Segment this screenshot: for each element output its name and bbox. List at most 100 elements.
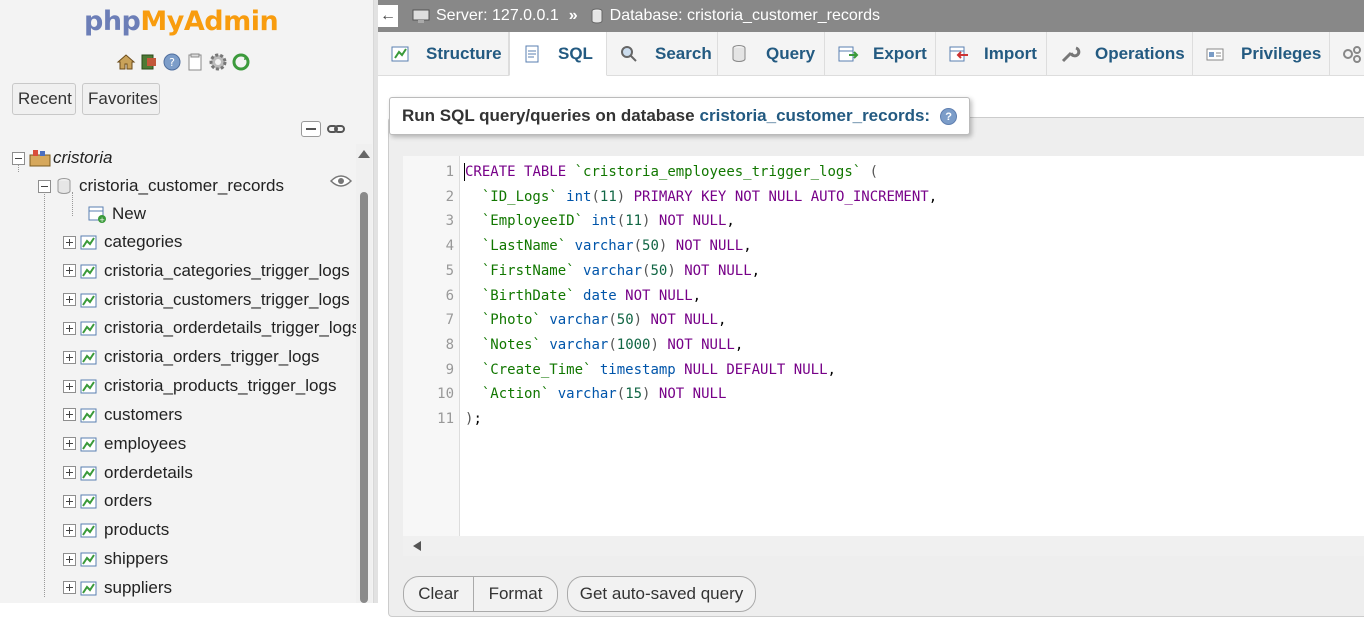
get-autosaved-query-button[interactable]: Get auto-saved query bbox=[567, 576, 756, 612]
nav-scrollbar[interactable] bbox=[356, 144, 372, 603]
tree-table-item[interactable]: categories bbox=[63, 228, 182, 256]
expand-icon[interactable] bbox=[63, 350, 76, 364]
tab-import[interactable]: Import bbox=[936, 32, 1047, 76]
expand-icon[interactable] bbox=[63, 264, 76, 278]
code-line[interactable]: `ID_Logs` int(11) PRIMARY KEY NOT NULL A… bbox=[465, 189, 937, 205]
line-number: 5 bbox=[445, 262, 454, 279]
table-name: cristoria_orderdetails_trigger_logs bbox=[104, 318, 356, 338]
code-line[interactable]: `Notes` varchar(1000) NOT NULL, bbox=[465, 337, 743, 353]
server-icon bbox=[412, 8, 430, 24]
tree-table-item[interactable]: cristoria_products_trigger_logs bbox=[63, 372, 336, 400]
tree-table-item[interactable]: orders bbox=[63, 487, 152, 515]
tree-table-item[interactable]: cristoria_orders_trigger_logs bbox=[63, 343, 319, 371]
breadcrumb-server[interactable]: Server: 127.0.0.1 bbox=[412, 7, 559, 25]
table-icon bbox=[80, 435, 98, 453]
expand-icon[interactable] bbox=[63, 552, 76, 566]
svg-text:+: + bbox=[99, 216, 105, 223]
expand-icon[interactable] bbox=[63, 408, 76, 422]
new-table-icon: + bbox=[88, 205, 106, 224]
collapse-all-icon[interactable] bbox=[301, 121, 321, 137]
sql-editor[interactable]: 1 2 3 4 5 6 7 8 9 10 11 CREATE TABLE `cristoria_em… bbox=[403, 156, 1364, 556]
tree-table-item[interactable]: cristoria_categories_trigger_logs bbox=[63, 257, 350, 285]
expand-icon[interactable] bbox=[63, 494, 76, 508]
table-name: cristoria_products_trigger_logs bbox=[104, 376, 337, 396]
collapse-icon[interactable] bbox=[12, 151, 25, 165]
recent-button[interactable]: Recent bbox=[12, 83, 76, 115]
tree-table-item[interactable]: orderdetails bbox=[63, 459, 193, 487]
tree-database-node[interactable]: cristoria_customer_records bbox=[38, 172, 284, 200]
code-line[interactable]: `Action` varchar(15) NOT NULL bbox=[465, 386, 727, 402]
tree-server-node[interactable]: cristoria bbox=[12, 144, 113, 172]
help-docs-icon[interactable]: ? bbox=[162, 52, 182, 72]
wrench-icon bbox=[1059, 44, 1081, 64]
editor-horizontal-scrollbar[interactable] bbox=[403, 536, 1364, 556]
code-line[interactable]: ); bbox=[465, 411, 482, 427]
code-line[interactable]: `Photo` varchar(50) NOT NULL, bbox=[465, 312, 727, 328]
eye-icon[interactable] bbox=[329, 174, 353, 193]
expand-icon[interactable] bbox=[63, 523, 76, 537]
expand-icon[interactable] bbox=[63, 321, 76, 335]
tree-table-item[interactable]: employees bbox=[63, 430, 186, 458]
table-icon bbox=[80, 521, 98, 539]
line-number: 10 bbox=[437, 386, 454, 403]
table-name: orderdetails bbox=[104, 462, 193, 482]
phpmyadmin-logo[interactable]: phpMyAdmin bbox=[84, 6, 279, 37]
clear-button[interactable]: Clear bbox=[403, 576, 474, 612]
tab-operations[interactable]: Operations bbox=[1047, 32, 1193, 76]
scroll-up-icon[interactable] bbox=[358, 150, 370, 158]
tab-export[interactable]: Export bbox=[825, 32, 936, 76]
documentation-icon[interactable] bbox=[185, 52, 205, 72]
code-line[interactable]: `FirstName` varchar(50) NOT NULL, bbox=[465, 263, 760, 279]
tree-table-item[interactable]: customers bbox=[63, 401, 182, 429]
expand-icon[interactable] bbox=[63, 466, 76, 480]
navigation-panel: phpMyAdmin ? Recent Favorites cristoria … bbox=[0, 0, 374, 603]
tree-table-item[interactable]: suppliers bbox=[63, 574, 172, 602]
link-chain-icon[interactable] bbox=[326, 121, 346, 137]
expand-icon[interactable] bbox=[63, 581, 76, 595]
line-number: 2 bbox=[445, 188, 454, 205]
code-line[interactable]: `Create_Time` timestamp NULL DEFAULT NUL… bbox=[465, 362, 836, 378]
scrollbar-thumb[interactable] bbox=[360, 192, 368, 603]
tab-privileges[interactable]: Privileges bbox=[1193, 32, 1330, 76]
expand-icon[interactable] bbox=[63, 293, 76, 307]
code-line[interactable]: `BirthDate` date NOT NULL, bbox=[465, 288, 701, 304]
tree-table-item[interactable]: products bbox=[63, 516, 169, 544]
logo-php-text: php bbox=[84, 6, 141, 37]
tab-query[interactable]: Query bbox=[718, 32, 825, 76]
scroll-left-icon[interactable] bbox=[413, 541, 421, 551]
settings-gear-icon[interactable] bbox=[208, 52, 228, 72]
code-line[interactable]: `EmployeeID` int(11) NOT NULL, bbox=[465, 213, 735, 229]
tab-sql[interactable]: SQL bbox=[509, 32, 607, 76]
code-line[interactable]: `LastName` varchar(50) NOT NULL, bbox=[465, 238, 752, 254]
collapse-icon[interactable] bbox=[38, 179, 51, 193]
breadcrumb-database[interactable]: Database: cristoria_customer_records bbox=[590, 7, 880, 25]
expand-icon[interactable] bbox=[63, 437, 76, 451]
logo-myadmin-text: MyAdmin bbox=[140, 6, 279, 37]
table-name: orders bbox=[104, 491, 153, 511]
tree-table-item[interactable]: cristoria_customers_trigger_logs bbox=[63, 286, 350, 314]
favorites-button[interactable]: Favorites bbox=[82, 83, 160, 115]
tree-table-item[interactable]: cristoria_orderdetails_trigger_logs bbox=[63, 314, 356, 342]
tab-more[interactable] bbox=[1330, 32, 1364, 76]
tree-new-table[interactable]: + New bbox=[88, 200, 146, 228]
text-cursor bbox=[464, 163, 465, 181]
back-arrow-icon[interactable]: ← bbox=[378, 5, 398, 27]
expand-icon[interactable] bbox=[63, 379, 76, 393]
tree-table-item[interactable]: shippers bbox=[63, 545, 168, 573]
server-icon bbox=[29, 149, 51, 167]
table-icon bbox=[80, 348, 98, 366]
format-button[interactable]: Format bbox=[473, 576, 558, 612]
expand-icon[interactable] bbox=[63, 235, 76, 249]
tab-structure[interactable]: Structure bbox=[378, 32, 509, 76]
help-icon[interactable]: ? bbox=[940, 107, 958, 125]
table-name: shippers bbox=[104, 549, 169, 569]
reload-icon[interactable] bbox=[231, 52, 251, 72]
table-name: cristoria_orders_trigger_logs bbox=[104, 347, 320, 367]
table-name: categories bbox=[104, 232, 183, 251]
line-number: 8 bbox=[445, 336, 454, 353]
svg-text:?: ? bbox=[169, 56, 175, 69]
home-icon[interactable] bbox=[116, 52, 136, 72]
code-line[interactable]: CREATE TABLE `cristoria_employees_trigge… bbox=[465, 164, 878, 180]
logout-icon[interactable] bbox=[139, 52, 159, 72]
tab-search[interactable]: Search bbox=[607, 32, 718, 76]
